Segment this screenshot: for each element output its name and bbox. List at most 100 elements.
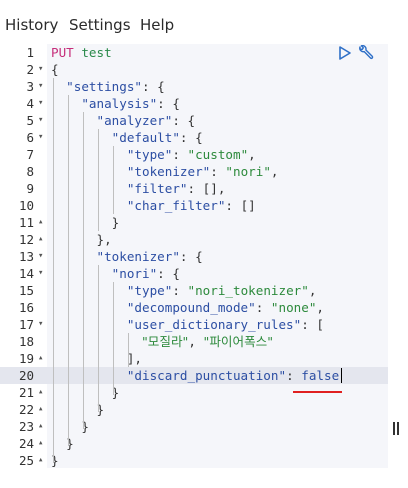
code-line[interactable]: 6 ▾ "default": { xyxy=(0,129,388,146)
code-line[interactable]: 15 "type": "nori_tokenizer", xyxy=(0,282,388,299)
code-token: : { xyxy=(157,96,180,111)
fold-arrow-icon[interactable]: ▾ xyxy=(38,248,43,265)
code-line[interactable]: 18 "모질라", "파이어폭스" xyxy=(0,333,388,350)
code-line[interactable]: 8 "tokenizer": "nori", xyxy=(0,163,388,180)
line-number: 22 xyxy=(18,402,34,417)
code-token: , xyxy=(270,164,279,179)
line-number: 7 xyxy=(26,147,34,162)
code-text: "type": "custom", xyxy=(51,146,256,163)
code-line[interactable]: 3 ▾ "settings": { xyxy=(0,78,388,95)
menu-help[interactable]: Help xyxy=(140,16,174,34)
code-token: "char_filter" xyxy=(126,198,226,213)
code-line[interactable]: 20 "discard_punctuation": false xyxy=(0,367,388,384)
code-line[interactable]: 9 "filter": [], xyxy=(0,180,388,197)
code-token: : xyxy=(286,368,302,383)
code-line[interactable]: 11 ▴ } xyxy=(0,214,388,231)
code-text: PUT test xyxy=(51,44,112,61)
unfold-arrow-icon[interactable]: ▴ xyxy=(38,231,43,248)
code-token: { xyxy=(51,62,59,77)
code-line[interactable]: 13 ▾ "tokenizer": { xyxy=(0,248,388,265)
fold-arrow-icon[interactable]: ▾ xyxy=(38,112,43,129)
code-line[interactable]: 10 "char_filter": [] xyxy=(0,197,388,214)
menu-settings[interactable]: Settings xyxy=(69,16,131,34)
fold-arrow-icon[interactable]: ▾ xyxy=(38,316,43,333)
line-number: 24 xyxy=(18,436,34,451)
panel-resize-handle[interactable] xyxy=(393,422,399,435)
editor-bottom-space xyxy=(47,468,388,488)
unfold-arrow-icon[interactable]: ▴ xyxy=(38,452,43,469)
fold-arrow-icon[interactable]: ▾ xyxy=(38,61,43,78)
menu-history[interactable]: History xyxy=(5,16,58,34)
unfold-arrow-icon[interactable]: ▴ xyxy=(38,214,43,231)
code-token: : xyxy=(172,147,188,162)
code-token: "type" xyxy=(126,147,173,162)
code-line[interactable]: 19 ▴ ], xyxy=(0,350,388,367)
line-number: 16 xyxy=(18,300,34,315)
code-text: "user_dictionary_rules": [ xyxy=(51,316,324,333)
code-token: "custom" xyxy=(187,147,249,162)
code-line[interactable]: 1 PUT test xyxy=(0,44,388,61)
line-number: 6 xyxy=(26,130,34,145)
line-number: 12 xyxy=(18,232,34,247)
code-token: }, xyxy=(51,232,112,247)
line-number: 5 xyxy=(26,113,34,128)
code-token: false xyxy=(301,368,340,383)
unfold-arrow-icon[interactable]: ▴ xyxy=(38,435,43,452)
play-triangle-icon[interactable] xyxy=(338,46,352,60)
code-token: "tokenizer" xyxy=(96,249,180,264)
code-text: } xyxy=(51,384,120,401)
unfold-arrow-icon[interactable]: ▴ xyxy=(38,418,43,435)
code-token: test xyxy=(81,45,112,60)
code-line[interactable]: 25 ▴} xyxy=(0,452,388,469)
code-line[interactable]: 4 ▾ "analysis": { xyxy=(0,95,388,112)
fold-arrow-icon[interactable]: ▾ xyxy=(38,78,43,95)
code-line[interactable]: 24 ▴ } xyxy=(0,435,388,452)
line-number: 15 xyxy=(18,283,34,298)
wrench-icon[interactable] xyxy=(357,45,374,62)
code-line[interactable]: 22 ▴ } xyxy=(0,401,388,418)
code-token: "nori_tokenizer" xyxy=(187,283,309,298)
code-line[interactable]: 5 ▾ "analyzer": { xyxy=(0,112,388,129)
fold-arrow-icon[interactable]: ▾ xyxy=(38,265,43,282)
code-token: : { xyxy=(179,130,203,145)
code-token: "tokenizer" xyxy=(126,164,211,179)
indent-guide xyxy=(98,129,99,231)
code-line[interactable]: 17 ▾ "user_dictionary_rules": [ xyxy=(0,316,388,333)
fold-arrow-icon[interactable]: ▾ xyxy=(38,129,43,146)
code-text: } xyxy=(51,401,104,418)
code-token: "파이어폭스" xyxy=(203,334,274,349)
code-token: , xyxy=(316,300,324,315)
line-number: 10 xyxy=(18,198,34,213)
unfold-arrow-icon[interactable]: ▴ xyxy=(38,401,43,418)
unfold-arrow-icon[interactable]: ▴ xyxy=(38,350,43,367)
code-line[interactable]: 23 ▴ } xyxy=(0,418,388,435)
code-line[interactable]: 16 "decompound_mode": "none", xyxy=(0,299,388,316)
code-token: "analysis" xyxy=(81,96,158,111)
code-line[interactable]: 2 ▾ { xyxy=(0,61,388,78)
code-text: "default": { xyxy=(51,129,203,146)
fold-arrow-icon[interactable]: ▾ xyxy=(38,95,43,112)
code-text: { xyxy=(51,61,59,78)
code-token: : xyxy=(210,164,226,179)
code-token: "type" xyxy=(126,283,173,298)
code-text: }, xyxy=(51,231,112,248)
code-line[interactable]: 7 "type": "custom", xyxy=(0,146,388,163)
code-text: "filter": [], xyxy=(51,180,226,197)
code-token: , xyxy=(308,283,317,298)
code-line[interactable]: 12 ▴ }, xyxy=(0,231,388,248)
line-number: 11 xyxy=(18,215,34,230)
code-token: "none" xyxy=(270,300,317,315)
code-token: : { xyxy=(142,79,165,94)
code-text: "nori": { xyxy=(51,265,180,282)
code-token: : { xyxy=(157,266,180,281)
code-token: : xyxy=(172,283,188,298)
unfold-arrow-icon[interactable]: ▴ xyxy=(38,384,43,401)
code-line[interactable]: 14 ▾ "nori": { xyxy=(0,265,388,282)
code-token: : [ xyxy=(301,317,324,332)
